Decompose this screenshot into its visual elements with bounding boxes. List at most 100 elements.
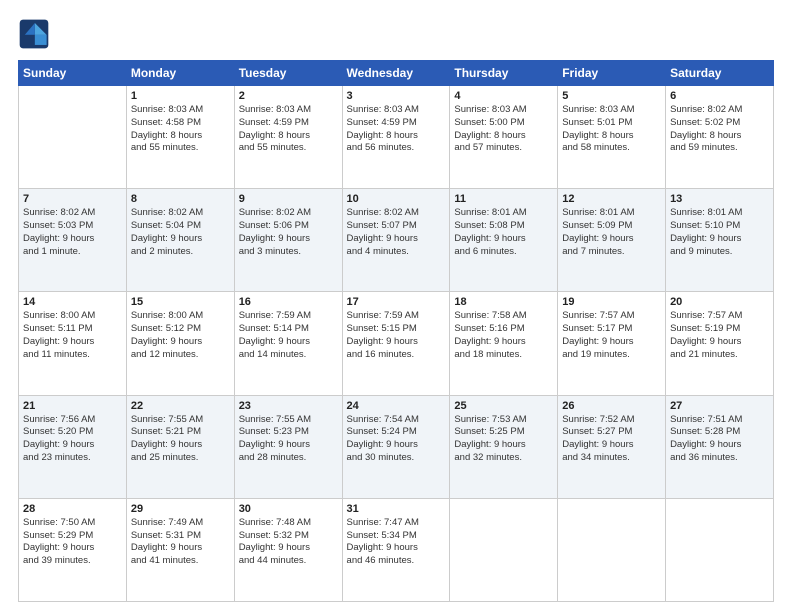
day-number: 28	[23, 503, 122, 515]
calendar-cell: 7 Sunrise: 8:02 AM Sunset: 5:03 PM Daylig…	[19, 189, 127, 292]
cell-details: Sunrise: 8:02 AM Sunset: 5:03 PM Dayligh…	[23, 207, 122, 258]
col-header-saturday: Saturday	[666, 61, 774, 86]
cell-details: Sunrise: 8:03 AM Sunset: 5:01 PM Dayligh…	[562, 104, 661, 155]
calendar-cell: 16 Sunrise: 7:59 AM Sunset: 5:14 PM Dayli…	[234, 292, 342, 395]
cell-details: Sunrise: 8:03 AM Sunset: 4:58 PM Dayligh…	[131, 104, 230, 155]
col-header-monday: Monday	[126, 61, 234, 86]
calendar-cell: 15 Sunrise: 8:00 AM Sunset: 5:12 PM Dayli…	[126, 292, 234, 395]
day-number: 12	[562, 193, 661, 205]
cell-details: Sunrise: 8:02 AM Sunset: 5:02 PM Dayligh…	[670, 104, 769, 155]
header	[18, 18, 774, 50]
cell-details: Sunrise: 7:47 AM Sunset: 5:34 PM Dayligh…	[347, 517, 446, 568]
calendar-cell: 28 Sunrise: 7:50 AM Sunset: 5:29 PM Dayli…	[19, 498, 127, 601]
day-number: 26	[562, 400, 661, 412]
calendar-cell: 6 Sunrise: 8:02 AM Sunset: 5:02 PM Daylig…	[666, 86, 774, 189]
calendar-cell: 31 Sunrise: 7:47 AM Sunset: 5:34 PM Dayli…	[342, 498, 450, 601]
calendar-cell: 4 Sunrise: 8:03 AM Sunset: 5:00 PM Daylig…	[450, 86, 558, 189]
col-header-tuesday: Tuesday	[234, 61, 342, 86]
col-header-sunday: Sunday	[19, 61, 127, 86]
cell-details: Sunrise: 7:55 AM Sunset: 5:23 PM Dayligh…	[239, 414, 338, 465]
day-number: 22	[131, 400, 230, 412]
cell-details: Sunrise: 8:03 AM Sunset: 4:59 PM Dayligh…	[239, 104, 338, 155]
day-number: 10	[347, 193, 446, 205]
cell-details: Sunrise: 7:57 AM Sunset: 5:19 PM Dayligh…	[670, 310, 769, 361]
cell-details: Sunrise: 7:52 AM Sunset: 5:27 PM Dayligh…	[562, 414, 661, 465]
cell-details: Sunrise: 7:51 AM Sunset: 5:28 PM Dayligh…	[670, 414, 769, 465]
cell-details: Sunrise: 8:02 AM Sunset: 5:04 PM Dayligh…	[131, 207, 230, 258]
calendar-cell: 22 Sunrise: 7:55 AM Sunset: 5:21 PM Dayli…	[126, 395, 234, 498]
day-number: 24	[347, 400, 446, 412]
day-number: 6	[670, 90, 769, 102]
cell-details: Sunrise: 8:01 AM Sunset: 5:10 PM Dayligh…	[670, 207, 769, 258]
calendar-cell: 18 Sunrise: 7:58 AM Sunset: 5:16 PM Dayli…	[450, 292, 558, 395]
cell-details: Sunrise: 7:50 AM Sunset: 5:29 PM Dayligh…	[23, 517, 122, 568]
day-number: 18	[454, 296, 553, 308]
calendar-cell	[666, 498, 774, 601]
cell-details: Sunrise: 8:03 AM Sunset: 5:00 PM Dayligh…	[454, 104, 553, 155]
cell-details: Sunrise: 7:54 AM Sunset: 5:24 PM Dayligh…	[347, 414, 446, 465]
day-number: 21	[23, 400, 122, 412]
day-number: 29	[131, 503, 230, 515]
calendar-cell: 9 Sunrise: 8:02 AM Sunset: 5:06 PM Daylig…	[234, 189, 342, 292]
calendar-cell: 26 Sunrise: 7:52 AM Sunset: 5:27 PM Dayli…	[558, 395, 666, 498]
calendar-cell: 2 Sunrise: 8:03 AM Sunset: 4:59 PM Daylig…	[234, 86, 342, 189]
calendar-cell: 29 Sunrise: 7:49 AM Sunset: 5:31 PM Dayli…	[126, 498, 234, 601]
day-number: 25	[454, 400, 553, 412]
calendar-cell	[558, 498, 666, 601]
cell-details: Sunrise: 7:48 AM Sunset: 5:32 PM Dayligh…	[239, 517, 338, 568]
day-number: 13	[670, 193, 769, 205]
calendar-cell: 13 Sunrise: 8:01 AM Sunset: 5:10 PM Dayli…	[666, 189, 774, 292]
cell-details: Sunrise: 8:01 AM Sunset: 5:09 PM Dayligh…	[562, 207, 661, 258]
day-number: 27	[670, 400, 769, 412]
calendar-cell: 10 Sunrise: 8:02 AM Sunset: 5:07 PM Dayli…	[342, 189, 450, 292]
cell-details: Sunrise: 7:49 AM Sunset: 5:31 PM Dayligh…	[131, 517, 230, 568]
calendar-cell: 8 Sunrise: 8:02 AM Sunset: 5:04 PM Daylig…	[126, 189, 234, 292]
col-header-friday: Friday	[558, 61, 666, 86]
calendar-cell	[450, 498, 558, 601]
logo	[18, 18, 54, 50]
cell-details: Sunrise: 7:53 AM Sunset: 5:25 PM Dayligh…	[454, 414, 553, 465]
day-number: 14	[23, 296, 122, 308]
cell-details: Sunrise: 8:02 AM Sunset: 5:06 PM Dayligh…	[239, 207, 338, 258]
day-number: 7	[23, 193, 122, 205]
day-number: 23	[239, 400, 338, 412]
cell-details: Sunrise: 8:00 AM Sunset: 5:12 PM Dayligh…	[131, 310, 230, 361]
calendar-cell: 14 Sunrise: 8:00 AM Sunset: 5:11 PM Dayli…	[19, 292, 127, 395]
cell-details: Sunrise: 7:59 AM Sunset: 5:14 PM Dayligh…	[239, 310, 338, 361]
calendar-cell: 3 Sunrise: 8:03 AM Sunset: 4:59 PM Daylig…	[342, 86, 450, 189]
day-number: 1	[131, 90, 230, 102]
day-number: 8	[131, 193, 230, 205]
cell-details: Sunrise: 8:00 AM Sunset: 5:11 PM Dayligh…	[23, 310, 122, 361]
calendar-cell: 24 Sunrise: 7:54 AM Sunset: 5:24 PM Dayli…	[342, 395, 450, 498]
calendar-table: SundayMondayTuesdayWednesdayThursdayFrid…	[18, 60, 774, 602]
day-number: 20	[670, 296, 769, 308]
cell-details: Sunrise: 7:55 AM Sunset: 5:21 PM Dayligh…	[131, 414, 230, 465]
calendar-cell: 30 Sunrise: 7:48 AM Sunset: 5:32 PM Dayli…	[234, 498, 342, 601]
cell-details: Sunrise: 8:03 AM Sunset: 4:59 PM Dayligh…	[347, 104, 446, 155]
cell-details: Sunrise: 8:02 AM Sunset: 5:07 PM Dayligh…	[347, 207, 446, 258]
cell-details: Sunrise: 7:56 AM Sunset: 5:20 PM Dayligh…	[23, 414, 122, 465]
cell-details: Sunrise: 7:58 AM Sunset: 5:16 PM Dayligh…	[454, 310, 553, 361]
day-number: 30	[239, 503, 338, 515]
cell-details: Sunrise: 7:57 AM Sunset: 5:17 PM Dayligh…	[562, 310, 661, 361]
day-number: 17	[347, 296, 446, 308]
calendar-cell: 27 Sunrise: 7:51 AM Sunset: 5:28 PM Dayli…	[666, 395, 774, 498]
logo-icon	[18, 18, 50, 50]
day-number: 2	[239, 90, 338, 102]
day-number: 31	[347, 503, 446, 515]
page: SundayMondayTuesdayWednesdayThursdayFrid…	[0, 0, 792, 612]
calendar-cell: 1 Sunrise: 8:03 AM Sunset: 4:58 PM Daylig…	[126, 86, 234, 189]
cell-details: Sunrise: 7:59 AM Sunset: 5:15 PM Dayligh…	[347, 310, 446, 361]
day-number: 16	[239, 296, 338, 308]
calendar-cell: 20 Sunrise: 7:57 AM Sunset: 5:19 PM Dayli…	[666, 292, 774, 395]
day-number: 15	[131, 296, 230, 308]
col-header-wednesday: Wednesday	[342, 61, 450, 86]
day-number: 4	[454, 90, 553, 102]
day-number: 3	[347, 90, 446, 102]
calendar-cell: 17 Sunrise: 7:59 AM Sunset: 5:15 PM Dayli…	[342, 292, 450, 395]
day-number: 19	[562, 296, 661, 308]
day-number: 11	[454, 193, 553, 205]
cell-details: Sunrise: 8:01 AM Sunset: 5:08 PM Dayligh…	[454, 207, 553, 258]
calendar-cell	[19, 86, 127, 189]
day-number: 9	[239, 193, 338, 205]
